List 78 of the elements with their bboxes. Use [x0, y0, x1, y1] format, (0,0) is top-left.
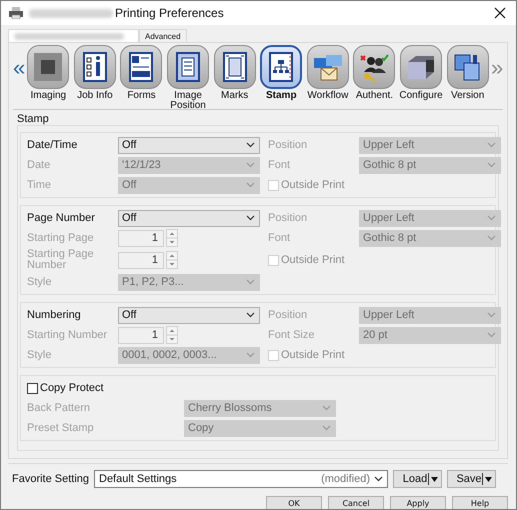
toolbar-button[interactable]	[260, 45, 302, 89]
toolbar-label: Job Info	[77, 91, 113, 101]
chevron-down-icon	[246, 142, 255, 148]
toolbar-button[interactable]	[27, 45, 70, 89]
field-label: Page Number	[27, 212, 96, 224]
spinner-arrows-icon[interactable]	[166, 326, 178, 344]
chevron-down-icon	[246, 162, 255, 168]
chevron-down-icon	[487, 312, 496, 318]
chevron-down-icon	[487, 162, 496, 168]
toolbar-button[interactable]	[214, 45, 256, 89]
toolbar-label: Imaging	[30, 91, 66, 101]
field-label: Time	[27, 180, 52, 190]
dropdown-arrow-icon	[431, 476, 438, 482]
chevron-down-icon	[246, 312, 255, 318]
chevron-down-icon	[246, 279, 255, 285]
toolbar-button[interactable]	[353, 45, 396, 89]
dropdown[interactable]: Off	[118, 306, 260, 324]
chevron-down-icon	[487, 142, 496, 148]
field-label: Position	[267, 212, 308, 224]
close-icon[interactable]	[494, 7, 506, 19]
window-title: Printing Preferences	[115, 6, 224, 20]
chevron-down-icon	[322, 405, 331, 411]
spinner-arrows-icon[interactable]	[166, 229, 178, 247]
field-label: Font	[267, 160, 292, 170]
toolbar-label: Forms	[127, 91, 156, 101]
toolbar-label: Marks	[221, 91, 248, 101]
toolbar-label: Authent.	[356, 91, 394, 101]
field-label: Style	[27, 350, 52, 360]
group-title: Stamp	[17, 113, 50, 125]
tab[interactable]: Advanced	[139, 29, 187, 42]
chevron-down-icon	[322, 425, 331, 431]
field-label: Starting Number	[27, 330, 108, 340]
toolbar-label: Workflow	[307, 91, 348, 101]
chevron-down-icon	[487, 235, 496, 241]
field-label: Position	[267, 310, 308, 320]
field-label: Position	[267, 140, 308, 150]
field-label: Preset Stamp	[27, 422, 95, 434]
toolbar-button[interactable]	[167, 45, 210, 89]
dialog-button[interactable]: OK	[266, 496, 322, 509]
scroll-left-button[interactable]: «	[13, 45, 25, 91]
chevron-down-icon	[246, 352, 255, 358]
toolbar-label: Image Position	[169, 91, 207, 111]
field-label: Back Pattern	[27, 402, 91, 414]
toolbar-label: Configure	[399, 91, 443, 101]
users-key-icon	[359, 52, 390, 82]
dialog-button[interactable]: Help	[452, 496, 508, 509]
square-icon	[33, 52, 64, 82]
printer-envelope-icon	[312, 52, 343, 82]
spinner-arrows-icon[interactable]	[166, 251, 178, 269]
favorite-dropdown[interactable]: Default Settings (modified)	[94, 470, 388, 488]
dialog-button[interactable]: Cancel	[328, 496, 384, 509]
checkbox[interactable]: Copy Protect	[27, 382, 104, 394]
toolbar-button[interactable]	[74, 45, 116, 89]
field-label: Numbering	[27, 310, 82, 320]
chevron-down-icon	[246, 182, 255, 188]
toolbar-label: Version	[450, 91, 484, 101]
field-label: Starting Page	[27, 232, 95, 244]
chevron-down-icon	[487, 215, 496, 221]
field-label: Font Size	[267, 330, 316, 340]
chevron-down-icon	[246, 215, 255, 221]
field-label: Font	[267, 232, 292, 244]
split-button[interactable]: Save	[447, 470, 496, 488]
field-label: Style	[27, 276, 52, 288]
field-label: Starting Page Number	[27, 249, 95, 271]
field-label: Date/Time	[27, 140, 78, 150]
chevron-down-icon	[487, 332, 496, 338]
field-label: Favorite Setting	[12, 473, 90, 485]
dropdown[interactable]: Off	[118, 136, 260, 154]
dropdown-arrow-icon	[485, 476, 492, 482]
toolbar-button[interactable]	[400, 45, 442, 89]
dialog-button[interactable]: Apply	[390, 496, 446, 509]
dropdown[interactable]: Off	[118, 210, 260, 226]
toolbar-label: Stamp	[266, 91, 297, 101]
toolbar-button[interactable]	[120, 45, 162, 89]
toolbar-button[interactable]	[446, 45, 489, 89]
field-label: Date	[27, 160, 52, 170]
split-button[interactable]: Load	[393, 470, 442, 488]
chevron-down-icon	[374, 476, 383, 482]
